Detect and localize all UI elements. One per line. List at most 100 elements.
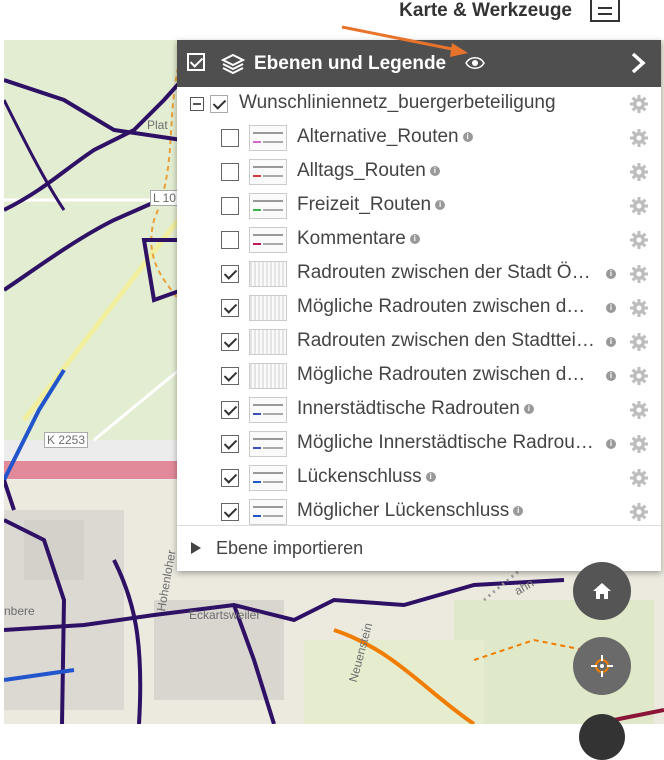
layer-checkbox[interactable]: [221, 265, 239, 283]
info-icon[interactable]: i: [606, 371, 616, 381]
gear-icon[interactable]: [629, 366, 649, 386]
gear-icon[interactable]: [629, 502, 649, 522]
layer-row[interactable]: Mögliche Radrouten zwischen d… i: [177, 359, 661, 393]
info-icon[interactable]: i: [435, 199, 446, 210]
layer-checkbox[interactable]: [221, 367, 239, 385]
layer-row[interactable]: Freizeit_Routen i: [177, 189, 661, 223]
group-checkbox[interactable]: [210, 95, 228, 113]
layer-checkbox[interactable]: [221, 435, 239, 453]
layer-checkbox[interactable]: [221, 231, 239, 249]
layer-label-text: Freizeit_Routen: [297, 194, 432, 215]
legend-thumbnail: [249, 465, 287, 491]
legend-thumbnail: [249, 397, 287, 423]
home-button[interactable]: [573, 562, 631, 620]
gear-icon[interactable]: [629, 264, 649, 284]
gear-icon[interactable]: [629, 196, 649, 216]
gear-icon[interactable]: [629, 230, 649, 250]
layer-label-text: Lückenschluss: [297, 466, 422, 487]
gear-icon[interactable]: [629, 94, 649, 114]
layer-label-text: Alltags_Routen: [297, 160, 426, 181]
layer-label: Alternative_Routen i: [297, 126, 473, 148]
gear-icon[interactable]: [629, 434, 649, 454]
layer-row[interactable]: Möglicher Lückenschluss i: [177, 495, 661, 529]
layer-label-text: Innerstädtische Radrouten: [297, 398, 520, 419]
layer-row[interactable]: Kommentare i: [177, 223, 661, 257]
group-label: Wunschliniennetz_buergerbeteiligung: [239, 92, 556, 113]
layer-row[interactable]: Mögliche Radrouten zwischen d… i: [177, 291, 661, 325]
layer-label-text: Möglicher Lückenschluss: [297, 500, 510, 521]
gear-icon[interactable]: [629, 332, 649, 352]
layer-label: Innerstädtische Radrouten i: [297, 398, 534, 420]
layers-panel: Ebenen und Legende Wunschliniennetz_buer…: [177, 40, 661, 571]
layer-checkbox[interactable]: [221, 469, 239, 487]
layer-checkbox[interactable]: [221, 299, 239, 317]
layer-checkbox[interactable]: [221, 197, 239, 215]
layer-label: Möglicher Lückenschluss i: [297, 500, 524, 522]
map-place-label: Eckartsweiler: [189, 608, 261, 622]
info-icon[interactable]: i: [523, 403, 534, 414]
info-icon[interactable]: i: [606, 439, 616, 449]
top-toolbar: Karte & Werkzeuge: [0, 0, 664, 40]
gear-icon[interactable]: [629, 468, 649, 488]
layer-label-text: Mögliche Innerstädtische Radrou…: [297, 432, 594, 453]
chevron-right-icon[interactable]: [630, 52, 646, 74]
layer-label: Kommentare i: [297, 228, 420, 250]
map-road-label: L 10: [150, 190, 179, 206]
layer-row[interactable]: Lückenschluss i: [177, 461, 661, 495]
layer-label-text: Mögliche Radrouten zwischen d…: [297, 364, 586, 385]
collapse-icon[interactable]: [190, 97, 204, 111]
layer-checkbox[interactable]: [221, 333, 239, 351]
info-icon[interactable]: i: [429, 165, 440, 176]
map-control-button[interactable]: [579, 714, 625, 760]
gear-icon[interactable]: [629, 128, 649, 148]
layer-checkbox[interactable]: [221, 163, 239, 181]
menu-icon[interactable]: [590, 0, 620, 22]
layer-checkbox[interactable]: [221, 503, 239, 521]
layer-label: Mögliche Radrouten zwischen d…: [297, 364, 585, 386]
legend-thumbnail: [249, 261, 287, 287]
layer-row[interactable]: Innerstädtische Radrouten i: [177, 393, 661, 427]
layer-row[interactable]: Mögliche Innerstädtische Radrou… i: [177, 427, 661, 461]
layer-group-row[interactable]: Wunschliniennetz_buergerbeteiligung: [177, 87, 661, 121]
locate-icon: [591, 655, 613, 677]
layer-label-text: Kommentare: [297, 228, 406, 249]
info-icon[interactable]: i: [606, 303, 616, 313]
locate-button[interactable]: [573, 637, 631, 695]
layer-row[interactable]: Radrouten zwischen den Stadttei… i: [177, 325, 661, 359]
map-road-label: K 2253: [44, 432, 89, 448]
gear-icon[interactable]: [629, 298, 649, 318]
legend-thumbnail: [249, 125, 287, 151]
gear-icon[interactable]: [629, 162, 649, 182]
info-icon[interactable]: i: [409, 233, 420, 244]
legend-thumbnail: [249, 329, 287, 355]
home-icon: [593, 583, 611, 599]
layer-checkbox[interactable]: [221, 129, 239, 147]
info-icon[interactable]: i: [606, 337, 616, 347]
layer-row[interactable]: Alternative_Routen i: [177, 121, 661, 155]
layer-label: Alltags_Routen i: [297, 160, 440, 182]
info-icon[interactable]: i: [606, 269, 616, 279]
legend-thumbnail: [249, 499, 287, 525]
layer-label: Lückenschluss i: [297, 466, 436, 488]
info-icon[interactable]: i: [462, 131, 473, 142]
layer-label: Mögliche Innerstädtische Radrou…: [297, 432, 594, 454]
all-layers-checkbox[interactable]: [187, 53, 205, 71]
tools-title[interactable]: Karte & Werkzeuge: [399, 0, 572, 22]
layers-icon: [221, 53, 245, 75]
info-icon[interactable]: i: [425, 471, 436, 482]
layer-label-text: Radrouten zwischen der Stadt Ö…: [297, 262, 591, 283]
map-place-label: nbere: [4, 604, 35, 618]
gear-icon[interactable]: [629, 400, 649, 420]
layer-checkbox[interactable]: [221, 401, 239, 419]
layer-label: Freizeit_Routen i: [297, 194, 446, 216]
legend-thumbnail: [249, 295, 287, 321]
layer-row[interactable]: Radrouten zwischen der Stadt Ö… i: [177, 257, 661, 291]
layer-label-text: Alternative_Routen: [297, 126, 459, 147]
layer-row[interactable]: Alltags_Routen i: [177, 155, 661, 189]
layer-label-text: Mögliche Radrouten zwischen d…: [297, 296, 586, 317]
info-icon[interactable]: i: [513, 505, 524, 516]
legend-thumbnail: [249, 227, 287, 253]
annotation-arrow: [341, 25, 468, 57]
legend-thumbnail: [249, 363, 287, 389]
import-layer-label: Ebene importieren: [216, 538, 364, 558]
